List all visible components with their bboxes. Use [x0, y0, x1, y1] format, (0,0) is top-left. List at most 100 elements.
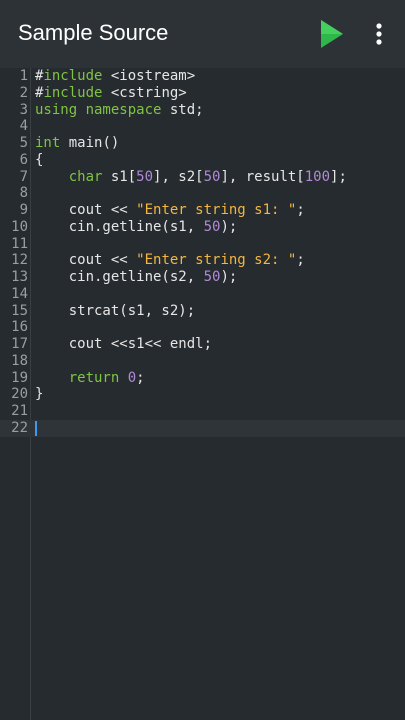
code-text: strcat(s1, s2);: [35, 303, 195, 320]
code-text: int main(): [35, 135, 119, 152]
string-token: "Enter string s2: ": [136, 252, 297, 269]
plain-token: cout <<: [35, 252, 137, 269]
plain-token: }: [35, 386, 44, 403]
code-line[interactable]: 5 int main(): [0, 135, 405, 152]
plain-token: ;: [296, 202, 305, 218]
code-text: cin.getline(s1, 50);: [35, 218, 238, 236]
code-lines[interactable]: 1 #include <iostream> 2 #include <cstring> 3…: [0, 68, 405, 437]
code-line[interactable]: 4: [0, 118, 405, 135]
code-line[interactable]: 6{: [0, 152, 405, 169]
keyword-token: using namespace: [35, 101, 162, 118]
code-text: {: [35, 152, 43, 169]
line-number: 13: [11, 269, 28, 285]
line-number: 19: [11, 369, 28, 386]
plain-token: <cstring>: [102, 84, 187, 101]
plain-token: );: [220, 218, 238, 235]
code-line[interactable]: 20}: [0, 386, 405, 403]
plain-token: main(): [60, 135, 120, 151]
line-number: 10: [11, 218, 28, 235]
keyword-token: char: [68, 168, 103, 185]
line-number: 16: [11, 319, 28, 336]
run-button[interactable]: [316, 17, 348, 51]
string-token: "Enter string s1: ": [136, 202, 297, 218]
code-line[interactable]: 10 cin.getline(s1, 50);: [0, 219, 405, 236]
page-title: Sample Source: [18, 20, 169, 45]
code-text: cout << "Enter string s2: ";: [35, 252, 305, 269]
code-line[interactable]: 22: [0, 419, 405, 437]
line-number: 5: [19, 135, 28, 151]
plain-token: );: [220, 269, 238, 285]
code-line[interactable]: 17 cout <<s1<< endl;: [0, 336, 405, 353]
code-line[interactable]: 3 using namespace std;: [0, 102, 405, 119]
plain-token: cout <<: [35, 202, 137, 218]
keyword-token: return: [68, 369, 120, 386]
code-text: cin.getline(s2, 50);: [35, 269, 238, 286]
code-text: cout << "Enter string s1: ";: [35, 202, 305, 219]
line-number: 4: [19, 118, 28, 135]
line-number: 22: [11, 419, 28, 436]
code-line[interactable]: 15 strcat(s1, s2);: [0, 303, 405, 320]
keyword-token: include: [43, 84, 103, 101]
code-text: char s1[50], s2[50], result[100];: [35, 169, 347, 186]
plain-token: {: [35, 151, 44, 168]
number-token: 0: [127, 369, 137, 386]
number-token: 100: [304, 168, 331, 185]
more-vert-icon: [376, 23, 382, 45]
number-token: 50: [203, 269, 221, 285]
code-line[interactable]: 7 char s1[50], s2[50], result[100];: [0, 169, 405, 186]
code-line[interactable]: 21: [0, 403, 405, 420]
code-line[interactable]: 14: [0, 286, 405, 303]
line-number: 7: [19, 168, 28, 185]
code-line[interactable]: 11: [0, 236, 405, 253]
code-text: }: [35, 386, 43, 403]
line-number: 8: [19, 185, 28, 202]
keyword-token: int: [35, 135, 61, 151]
plain-token: ];: [330, 168, 347, 185]
overflow-menu-button[interactable]: [366, 17, 392, 51]
plain-token: cin.getline(s1,: [35, 218, 204, 235]
line-number: 14: [11, 285, 28, 302]
plain-token: ;: [136, 369, 145, 386]
play-icon: [321, 20, 343, 48]
code-line[interactable]: 1 #include <iostream>: [0, 68, 405, 85]
code-line[interactable]: 12 cout << "Enter string s2: ";: [0, 252, 405, 269]
code-text: using namespace std;: [35, 102, 204, 119]
line-number: 18: [11, 352, 28, 369]
code-text: #include <iostream>: [35, 68, 195, 85]
number-token: 50: [136, 168, 154, 185]
code-text: cout <<s1<< endl;: [35, 336, 212, 353]
line-number: 20: [11, 386, 28, 403]
line-number: 15: [11, 302, 28, 319]
number-token: 50: [203, 218, 221, 235]
code-line[interactable]: 13 cin.getline(s2, 50);: [0, 269, 405, 286]
plain-token: std;: [161, 101, 204, 118]
line-number: 2: [19, 84, 28, 101]
plain-token: s1[: [102, 168, 137, 185]
line-number: 3: [19, 101, 28, 118]
number-token: 50: [203, 168, 221, 185]
plain-token: cin.getline(s2,: [35, 269, 204, 285]
code-text: return 0;: [35, 370, 145, 387]
code-text: #include <cstring>: [35, 85, 187, 102]
code-line[interactable]: 19 return 0;: [0, 370, 405, 387]
keyword-token: include: [43, 68, 103, 84]
line-number: 12: [11, 252, 28, 269]
code-line[interactable]: 2 #include <cstring>: [0, 85, 405, 102]
line-number: 21: [11, 403, 28, 419]
code-line[interactable]: 8: [0, 185, 405, 202]
line-number: 1: [19, 68, 28, 84]
code-editor[interactable]: 1 #include <iostream> 2 #include <cstring> 3…: [0, 68, 405, 720]
code-line[interactable]: 18: [0, 353, 405, 370]
line-number: 6: [19, 151, 28, 168]
code-line[interactable]: 16: [0, 319, 405, 336]
plain-token: ], s2[: [153, 168, 204, 185]
line-number: 17: [11, 336, 28, 352]
plain-token: cout <<s1<< endl;: [35, 336, 213, 352]
line-number: 11: [11, 235, 28, 252]
code-line[interactable]: 9 cout << "Enter string s1: ";: [0, 202, 405, 219]
line-number: 9: [19, 202, 28, 218]
plain-token: ], result[: [220, 168, 305, 185]
